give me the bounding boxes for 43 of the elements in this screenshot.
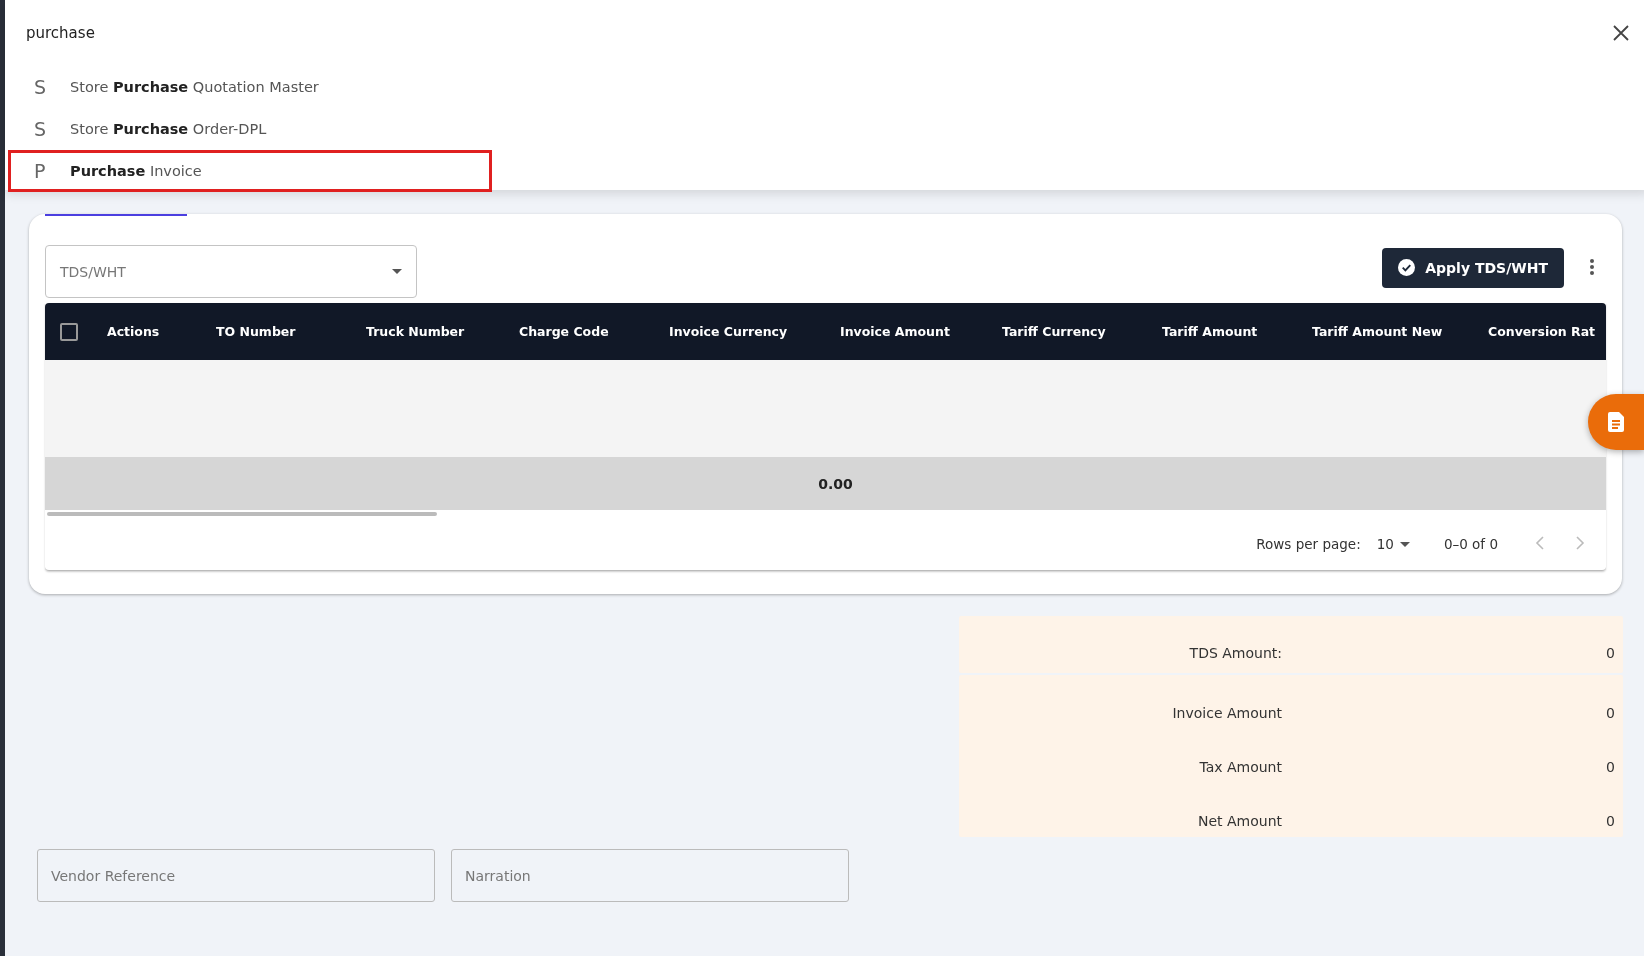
result-text: Store Purchase Quotation Master bbox=[70, 79, 319, 95]
result-letter: S bbox=[34, 118, 48, 140]
rows-per-page-label: Rows per page: bbox=[1256, 536, 1361, 552]
summary-value: 0 bbox=[1605, 705, 1615, 721]
result-text: Purchase Invoice bbox=[70, 163, 202, 179]
rows-per-page-select[interactable]: 10 bbox=[1376, 536, 1410, 552]
caret-icon bbox=[392, 269, 402, 274]
apply-tds-button[interactable]: Apply TDS/WHT bbox=[1382, 247, 1564, 288]
result-letter: S bbox=[34, 76, 48, 98]
result-text: Store Purchase Order-DPL bbox=[70, 121, 267, 137]
column-header: Invoice Currency bbox=[668, 324, 789, 339]
page-range: 0–0 of 0 bbox=[1443, 536, 1498, 552]
search-result[interactable]: P Purchase Invoice bbox=[8, 150, 492, 192]
column-header: Actions bbox=[106, 324, 161, 339]
search-result[interactable]: S Store Purchase Order-DPL bbox=[13, 108, 1644, 150]
column-header: TO Number bbox=[215, 324, 297, 339]
document-icon bbox=[1607, 412, 1625, 432]
result-letter: P bbox=[34, 160, 47, 182]
scrollbar-thumb[interactable] bbox=[47, 512, 437, 516]
select-all-checkbox[interactable] bbox=[60, 322, 78, 341]
column-header: Tariff Amount New bbox=[1311, 324, 1444, 339]
search-result[interactable]: S Store Purchase Quotation Master bbox=[13, 66, 1644, 108]
check-circle-icon bbox=[1398, 259, 1416, 276]
summary-value: 0 bbox=[1605, 645, 1615, 661]
summary-label: Tax Amount bbox=[1198, 759, 1282, 775]
column-header: Tariff Amount bbox=[1161, 324, 1259, 339]
summary-label: Net Amount bbox=[1196, 813, 1282, 829]
tds-select[interactable]: TDS/WHT bbox=[45, 245, 417, 298]
document-button[interactable] bbox=[1588, 394, 1644, 450]
text-field[interactable]: Narration bbox=[451, 849, 849, 902]
column-header: Truck Number bbox=[365, 324, 466, 339]
search-field[interactable]: purchase bbox=[13, 13, 1607, 53]
summary-value: 0 bbox=[1605, 759, 1615, 775]
column-header: Charge Code bbox=[518, 324, 610, 339]
column-header: Tariff Currency bbox=[1001, 324, 1107, 339]
caret-icon bbox=[1399, 541, 1410, 547]
column-header: Conversion Rat bbox=[1487, 324, 1597, 339]
column-header: Invoice Amount bbox=[839, 324, 951, 339]
total-value: 0.00 bbox=[818, 475, 853, 492]
summary-label: Invoice Amount bbox=[1171, 705, 1282, 721]
summary-label: TDS Amount: bbox=[1188, 645, 1282, 661]
summary-value: 0 bbox=[1605, 813, 1615, 829]
text-field[interactable]: Vendor Reference bbox=[37, 849, 435, 902]
